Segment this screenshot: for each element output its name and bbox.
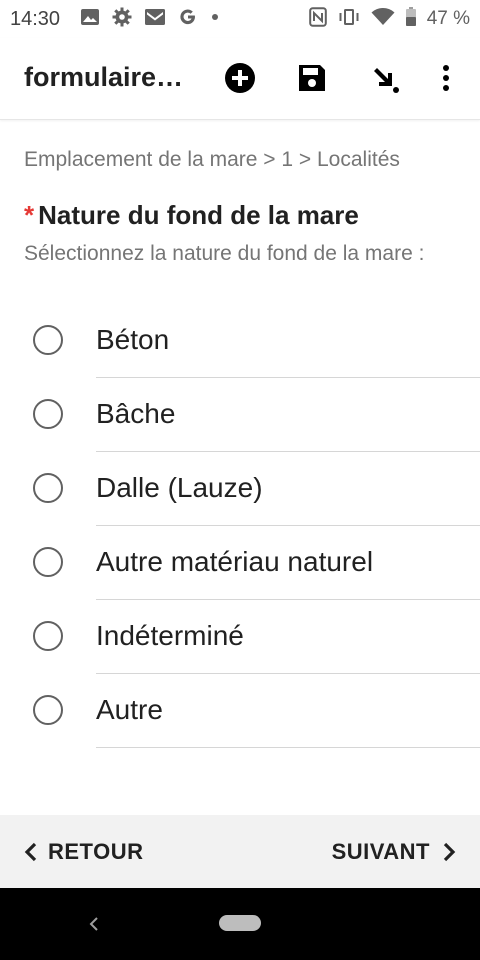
radio-option-beton[interactable]: Béton (0, 304, 480, 378)
option-label: Béton (96, 324, 170, 355)
radio-button[interactable] (33, 547, 63, 577)
chevron-right-icon (442, 842, 456, 862)
status-system-icons: 47 % (308, 6, 470, 32)
option-label: Indéterminé (96, 620, 244, 651)
add-circle-icon[interactable] (220, 58, 260, 98)
option-label: Dalle (Lauze) (96, 472, 263, 503)
question-label: Nature du fond de la mare (38, 200, 359, 230)
divider (96, 747, 480, 748)
radio-button[interactable] (33, 695, 63, 725)
vibrate-icon (337, 7, 361, 32)
radio-option-bache[interactable]: Bâche (0, 378, 480, 452)
image-icon (80, 7, 100, 32)
dot-icon (210, 7, 220, 32)
next-button-label: SUIVANT (331, 839, 430, 864)
google-icon (178, 7, 198, 32)
arrow-down-right-icon[interactable] (364, 58, 404, 98)
system-back-icon[interactable] (84, 912, 104, 936)
system-home-pill[interactable] (219, 915, 261, 931)
status-time: 14:30 (10, 8, 61, 30)
option-label: Autre (96, 694, 163, 725)
question-hint: Sélectionnez la nature du fond de la mar… (24, 242, 425, 265)
breadcrumb: Emplacement de la mare > 1 > Localités (24, 148, 400, 171)
radio-option-indetermine[interactable]: Indéterminé (0, 600, 480, 674)
status-notification-icons (80, 7, 220, 32)
app-bar: formulaire… (0, 38, 480, 120)
option-label: Bâche (96, 398, 176, 429)
chevron-left-icon (24, 842, 38, 862)
question-title: * Nature du fond de la mare (24, 200, 359, 231)
radio-group: Béton Bâche Dalle (Lauze) Autre matériau… (0, 304, 480, 748)
radio-option-autre-materiau[interactable]: Autre matériau naturel (0, 526, 480, 600)
battery-percentage: 47 % (426, 8, 470, 29)
option-label: Autre matériau naturel (96, 546, 374, 577)
back-button-label: RETOUR (48, 839, 144, 864)
gear-icon (112, 7, 132, 32)
radio-button[interactable] (33, 399, 63, 429)
status-bar: 14:30 47 % (0, 0, 480, 38)
gmail-icon (144, 8, 166, 31)
wifi-icon (371, 7, 395, 32)
radio-option-autre[interactable]: Autre (0, 674, 480, 748)
nfc-icon (308, 6, 327, 32)
next-button[interactable]: SUIVANT (332, 837, 456, 867)
back-button[interactable]: RETOUR (24, 837, 144, 867)
radio-button[interactable] (33, 621, 63, 651)
system-navigation-bar (0, 888, 480, 960)
radio-option-dalle[interactable]: Dalle (Lauze) (0, 452, 480, 526)
battery-icon (405, 6, 417, 32)
more-vert-icon[interactable] (426, 58, 466, 98)
form-navigation-footer: RETOUR SUIVANT (0, 815, 480, 888)
form-title: formulaire… (24, 62, 184, 92)
radio-button[interactable] (33, 325, 63, 355)
radio-button[interactable] (33, 473, 63, 503)
save-icon[interactable] (292, 58, 332, 98)
required-indicator: * (24, 200, 35, 230)
